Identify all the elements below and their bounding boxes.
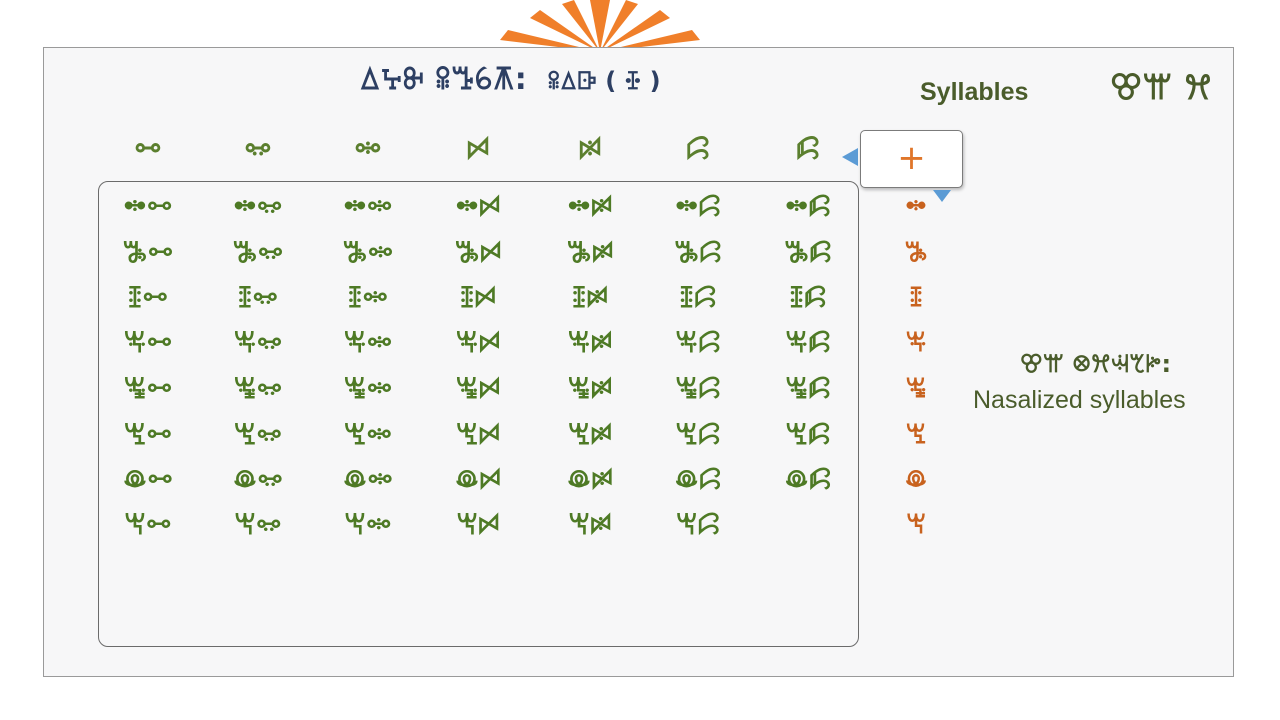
syllable-cell: ꖖꗮ: [343, 372, 393, 405]
syllable-cell: ꖒꗭ: [233, 190, 283, 223]
syllable-cell: ꖓꗮ: [342, 236, 394, 269]
syllable-cell: ꖘꗰ: [566, 463, 614, 496]
syllable-cell: ꖕꗱ: [675, 326, 721, 359]
page-title: ꕔꕴꔬ ꕉꔤꕃꕧ: ꕉꕔꕒ ( ꔀ ): [280, 62, 740, 97]
syllable-cell: ꖓꗲ: [784, 236, 832, 269]
title-main: ꕔꕴꔬ ꕉꔤꕃꕧ:: [359, 62, 527, 97]
syllable-cell: ꖘꗯ: [454, 463, 502, 496]
syllable-cell: ꖕꗮ: [343, 326, 393, 359]
nasal-script-label: ꕢꕌ ꕕꕮꕜꕎꔶ:: [1020, 350, 1172, 378]
syllable-cell: ꖖꗭ: [233, 372, 283, 405]
syllable-cell: ꖓꗰ: [566, 236, 614, 269]
consonant-label: ꖖ: [905, 374, 927, 404]
syllable-cell: ꖔꗰ: [571, 281, 609, 314]
syllable-cell: ꖕꗰ: [567, 326, 613, 359]
vowel-header: ꗱ: [685, 132, 711, 167]
syllable-cell: ꖙꗰ: [568, 508, 612, 541]
syllable-cell: ꖗꗮ: [343, 418, 393, 451]
syllable-cell: ꖒꗱ: [674, 190, 722, 223]
syllable-cell: ꖗꗲ: [785, 418, 831, 451]
syllable-cell: ꖔꗭ: [237, 281, 279, 314]
syllable-cell: ꖙꗯ: [456, 508, 500, 541]
syllable-cell: ꖘꗮ: [342, 463, 394, 496]
syllable-cell: ꖓꗬ: [122, 236, 174, 269]
syllable-cell: ꖒꗬ: [123, 190, 173, 223]
title-sub: ꕉꕔꕒ ( ꔀ ): [547, 67, 661, 95]
syllables-label: Syllables: [920, 78, 1029, 106]
vowel-header: ꗭ: [244, 132, 272, 167]
syllable-cell: ꖔꗲ: [789, 281, 827, 314]
consonant-label: ꖙ: [905, 510, 927, 540]
syllable-cell: ꖙꗱ: [675, 508, 721, 541]
syllable-cell: ꖙꗬ: [124, 508, 172, 541]
syllable-cell: ꖕꗭ: [233, 326, 283, 359]
vowel-header: ꗮ: [354, 132, 382, 167]
syllable-cell: ꖘꗲ: [784, 463, 832, 496]
syllable-cell: ꖒꗯ: [455, 190, 501, 223]
syllable-cell: ꖗꗱ: [675, 418, 721, 451]
syllable-cell: ꖕꗬ: [123, 326, 173, 359]
syllable-cell: ꖔꗱ: [679, 281, 717, 314]
syllable-cell: ꖙꗮ: [344, 508, 392, 541]
syllable-cell: ꖒꗰ: [567, 190, 613, 223]
syllable-cell: ꖕꗯ: [455, 326, 501, 359]
syllable-cell: ꖘꗬ: [122, 463, 174, 496]
vowel-header: ꗲ: [795, 132, 821, 167]
syllable-cell: ꖓꗭ: [232, 236, 284, 269]
syllable-cell: ꖖꗱ: [675, 372, 721, 405]
script-label: ꕢꕌ ꕮ: [1110, 68, 1212, 108]
nasal-label: Nasalized syllables: [973, 386, 1186, 414]
syllable-cell: ꖔꗮ: [347, 281, 389, 314]
syllable-cell: ꖙꗭ: [234, 508, 282, 541]
syllable-cell: ꖓꗱ: [674, 236, 722, 269]
consonant-label: ꖕ: [905, 328, 927, 358]
arrow-left-icon: [842, 148, 858, 166]
add-button[interactable]: +: [860, 130, 963, 188]
syllable-cell: ꖖꗰ: [567, 372, 613, 405]
syllable-cell: ꖖꗯ: [455, 372, 501, 405]
syllable-cell: ꖗꗰ: [567, 418, 613, 451]
syllable-cell: ꖘꗱ: [674, 463, 722, 496]
arrow-down-icon: [933, 190, 951, 202]
syllable-cell: ꖔꗯ: [459, 281, 497, 314]
syllable-cell: ꖗꗯ: [455, 418, 501, 451]
consonant-label: ꖗ: [905, 420, 927, 450]
syllable-cell: ꖘꗭ: [232, 463, 284, 496]
consonant-label: ꖔ: [909, 283, 923, 313]
consonant-label: ꖒ: [905, 192, 927, 222]
syllable-cell: ꖗꗭ: [233, 418, 283, 451]
syllable-cell: ꖒꗮ: [343, 190, 393, 223]
vowel-header: ꗰ: [578, 132, 602, 167]
syllable-cell: ꖔꗬ: [127, 281, 169, 314]
syllable-cell: ꖖꗲ: [785, 372, 831, 405]
syllable-cell: ꖗꗬ: [123, 418, 173, 451]
consonant-label: ꖘ: [904, 465, 928, 495]
syllable-cell: ꖓꗯ: [454, 236, 502, 269]
consonant-label: ꖓ: [904, 238, 928, 268]
syllable-cell: ꖕꗲ: [785, 326, 831, 359]
sun-logo: [500, 0, 700, 52]
syllable-cell: ꖒꗲ: [784, 190, 832, 223]
syllable-cell: ꖖꗬ: [123, 372, 173, 405]
vowel-header: ꗬ: [134, 132, 162, 167]
vowel-header: ꗯ: [466, 132, 490, 167]
